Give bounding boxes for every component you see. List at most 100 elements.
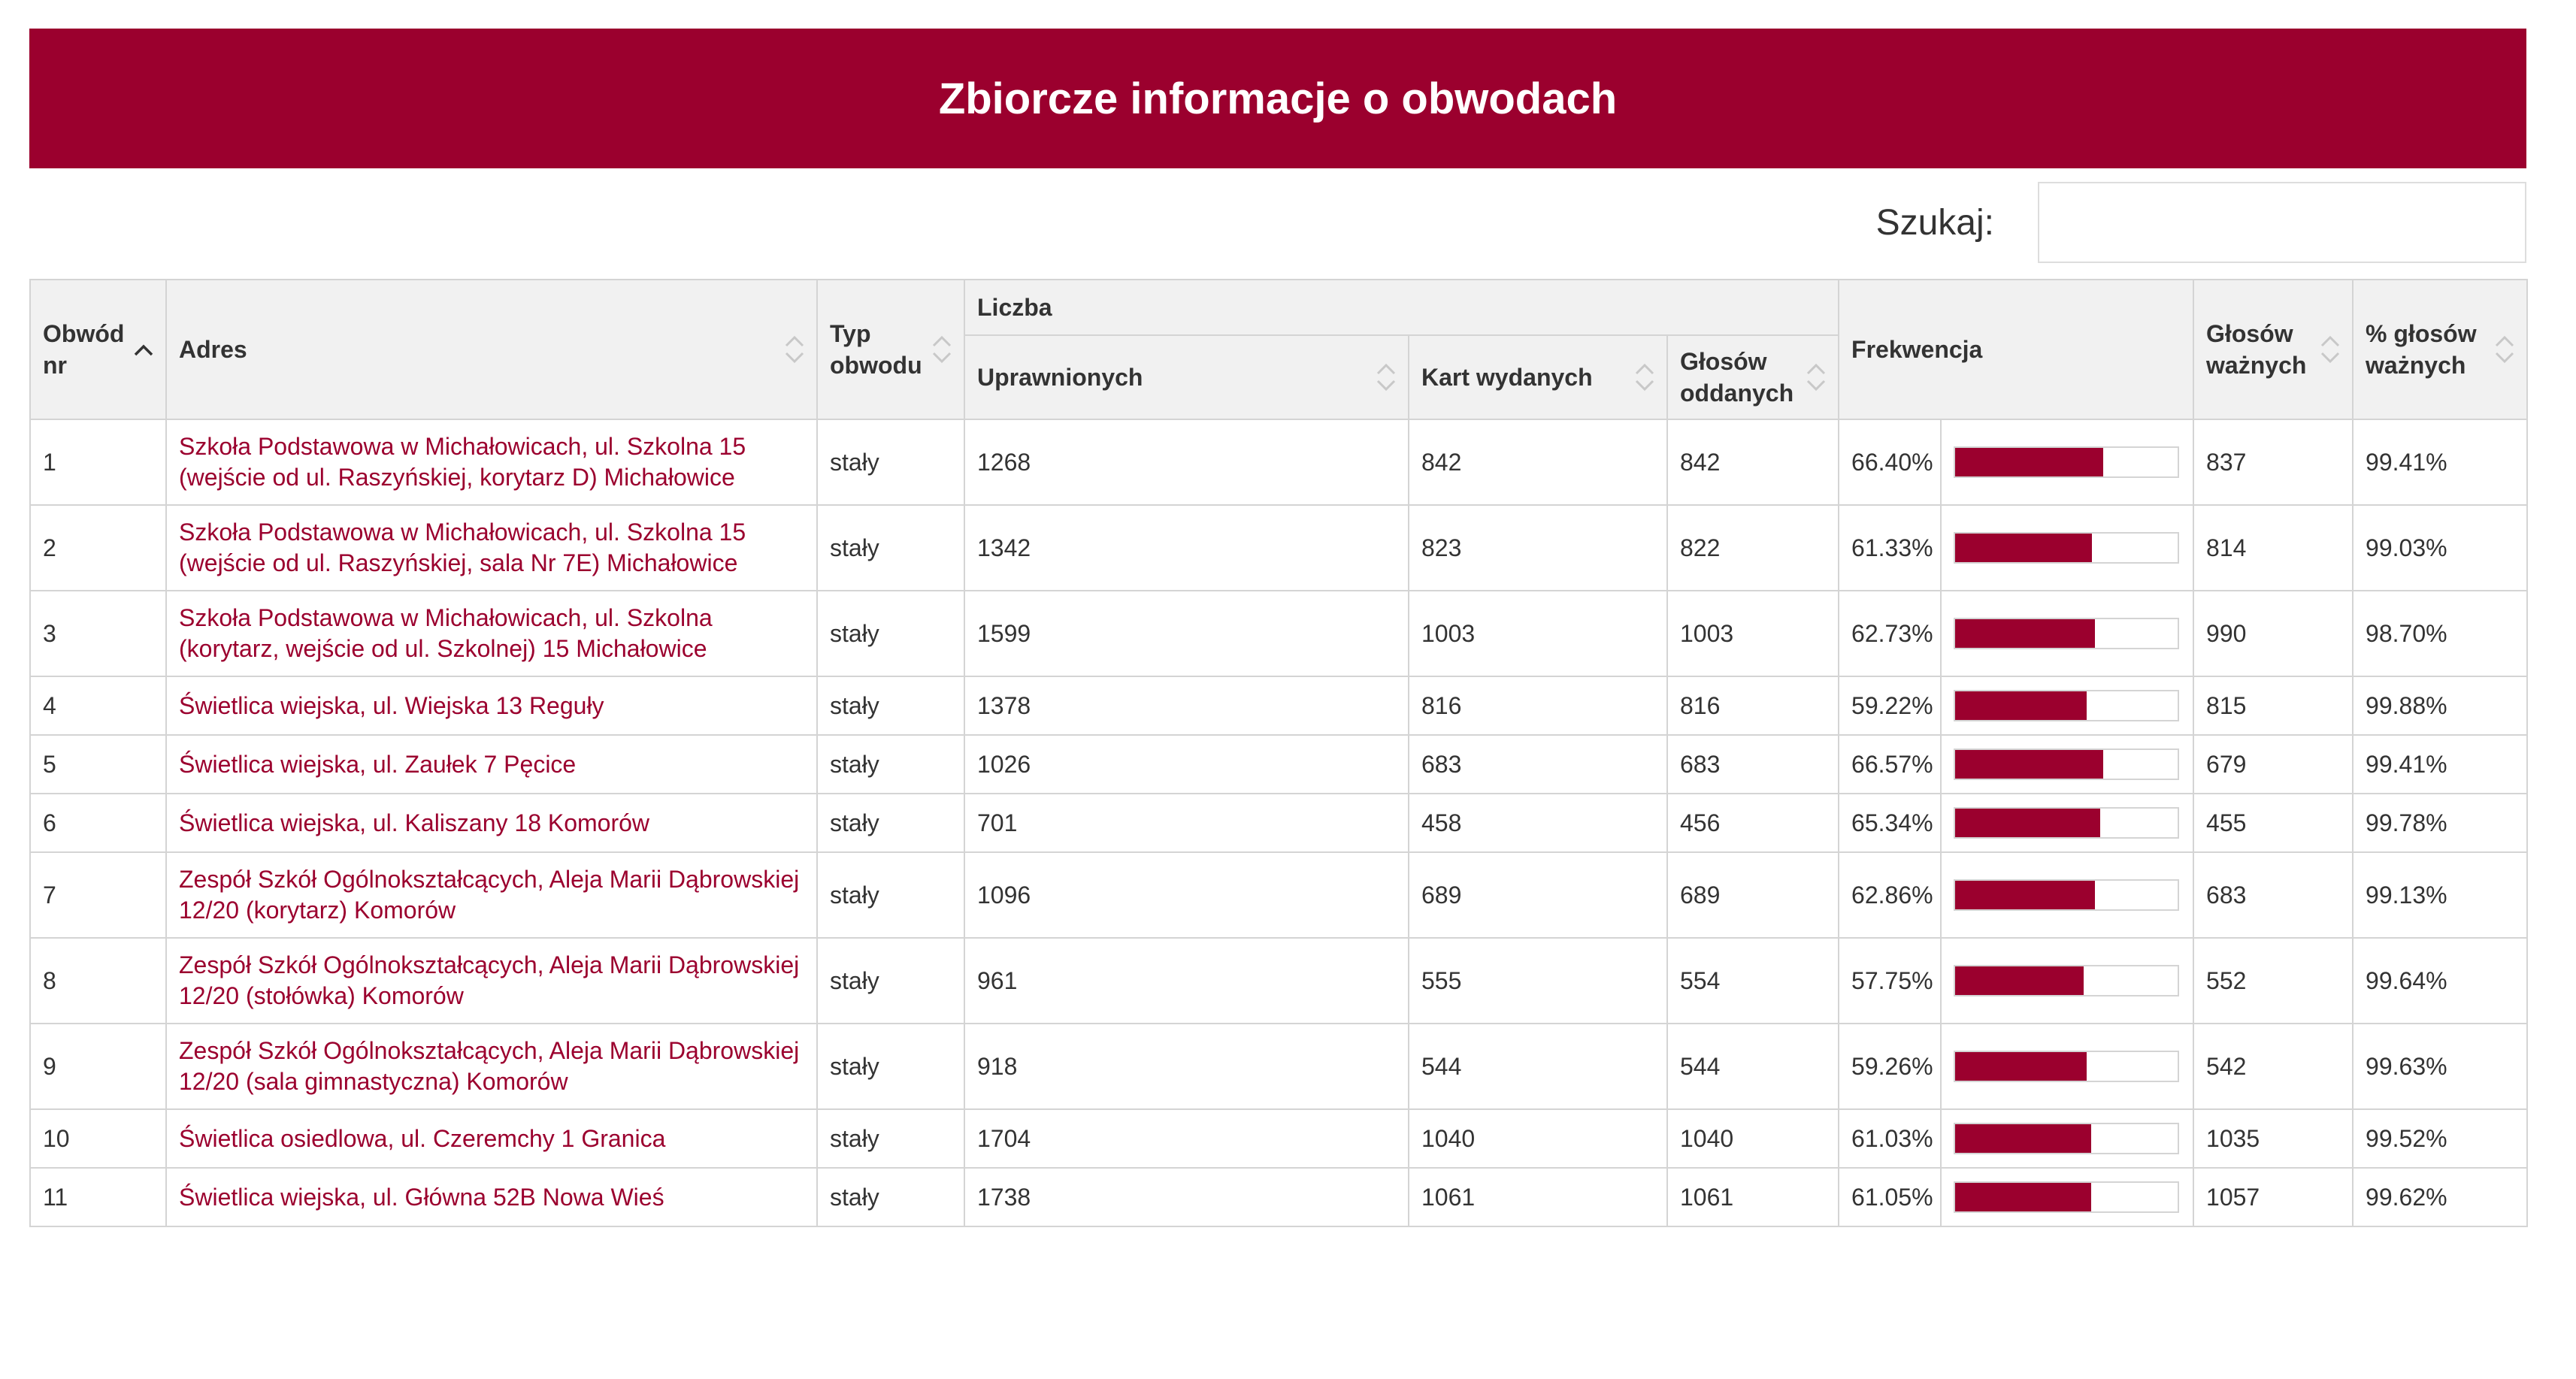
cell-procent-glosow-waznych: 99.63% [2352, 1023, 2529, 1110]
table-row: 6 Świetlica wiejska, ul. Kaliszany 18 Kom… [29, 793, 2529, 853]
table-row: 11 Świetlica wiejska, ul. Główna 52B Nowa… [29, 1167, 2529, 1227]
sort-icon [2319, 328, 2341, 371]
cell-procent-glosow-waznych: 99.52% [2352, 1108, 2529, 1169]
cell-frekwencja: 65.34% [1838, 793, 1942, 853]
cell-adres: Świetlica wiejska, ul. Główna 52B Nowa W… [165, 1167, 818, 1227]
turnout-bar-fill [1955, 448, 2103, 476]
sort-ascending-icon [132, 328, 155, 371]
table-row: 7 Zespół Szkół Ogólnokształcących, Aleja … [29, 851, 2529, 939]
cell-typ-obwodu: stały [816, 937, 965, 1024]
address-link[interactable]: Zespół Szkół Ogólnokształcących, Aleja M… [179, 866, 799, 924]
sort-icon [1805, 355, 1827, 399]
cell-adres: Świetlica osiedlowa, ul. Czeremchy 1 Gra… [165, 1108, 818, 1169]
address-link[interactable]: Szkoła Podstawowa w Michałowicach, ul. S… [179, 519, 746, 576]
cell-frekwencja: 59.22% [1838, 676, 1942, 736]
column-header-typ-obwodu[interactable]: Typ obwodu [816, 279, 965, 420]
cell-frekwencja-bar [1940, 793, 2195, 853]
address-link[interactable]: Świetlica osiedlowa, ul. Czeremchy 1 Gra… [179, 1125, 665, 1152]
cell-typ-obwodu: stały [816, 793, 965, 853]
cell-kart-wydanych: 816 [1408, 676, 1668, 736]
cell-uprawnionych: 1026 [964, 734, 1409, 794]
search-bar: Szukaj: [29, 180, 2526, 265]
sort-icon [783, 328, 806, 371]
cell-uprawnionych: 1096 [964, 851, 1409, 939]
cell-glosow-oddanych: 456 [1666, 793, 1840, 853]
cell-uprawnionych: 1704 [964, 1108, 1409, 1169]
cell-obwod-nr: 11 [29, 1167, 167, 1227]
cell-kart-wydanych: 555 [1408, 937, 1668, 1024]
turnout-bar-fill [1955, 619, 2095, 648]
cell-frekwencja: 61.33% [1838, 504, 1942, 591]
column-header-kart-wydanych[interactable]: Kart wydanych [1408, 334, 1668, 420]
table-row: 9 Zespół Szkół Ogólnokształcących, Aleja … [29, 1023, 2529, 1110]
cell-glosow-waznych: 552 [2193, 937, 2354, 1024]
cell-frekwencja: 57.75% [1838, 937, 1942, 1024]
cell-adres: Szkoła Podstawowa w Michałowicach, ul. S… [165, 419, 818, 506]
cell-glosow-waznych: 837 [2193, 419, 2354, 506]
cell-frekwencja: 66.57% [1838, 734, 1942, 794]
cell-kart-wydanych: 689 [1408, 851, 1668, 939]
turnout-bar [1954, 965, 2180, 996]
sort-icon [1375, 355, 1397, 399]
column-header-adres[interactable]: Adres [165, 279, 818, 420]
cell-obwod-nr: 9 [29, 1023, 167, 1110]
column-header-uprawnionych[interactable]: Uprawnionych [964, 334, 1409, 420]
cell-frekwencja: 62.86% [1838, 851, 1942, 939]
cell-glosow-oddanych: 1003 [1666, 590, 1840, 677]
column-header-obwod-nr[interactable]: Obwód nr [29, 279, 167, 420]
column-group-liczba: Liczba [963, 279, 1840, 336]
cell-kart-wydanych: 458 [1408, 793, 1668, 853]
cell-procent-glosow-waznych: 99.41% [2352, 419, 2529, 506]
cell-typ-obwodu: stały [816, 590, 965, 677]
cell-typ-obwodu: stały [816, 1108, 965, 1169]
cell-glosow-oddanych: 683 [1666, 734, 1840, 794]
cell-adres: Zespół Szkół Ogólnokształcących, Aleja M… [165, 851, 818, 939]
cell-glosow-oddanych: 1040 [1666, 1108, 1840, 1169]
cell-frekwencja-bar [1940, 937, 2195, 1024]
address-link[interactable]: Świetlica wiejska, ul. Główna 52B Nowa W… [179, 1184, 664, 1211]
cell-frekwencja-bar [1940, 734, 2195, 794]
address-link[interactable]: Świetlica wiejska, ul. Zaułek 7 Pęcice [179, 751, 576, 778]
address-link[interactable]: Zespół Szkół Ogólnokształcących, Aleja M… [179, 1037, 799, 1095]
turnout-bar [1954, 532, 2180, 564]
table-row: 4 Świetlica wiejska, ul. Wiejska 13 Reguł… [29, 676, 2529, 736]
cell-adres: Świetlica wiejska, ul. Wiejska 13 Reguły [165, 676, 818, 736]
column-header-procent-glosow-waznych[interactable]: % głosów ważnych [2352, 279, 2529, 420]
column-header-glosow-oddanych[interactable]: Głosów oddanych [1666, 334, 1840, 420]
cell-frekwencja: 62.73% [1838, 590, 1942, 677]
turnout-bar-fill [1955, 1183, 2091, 1211]
cell-glosow-oddanych: 822 [1666, 504, 1840, 591]
cell-obwod-nr: 8 [29, 937, 167, 1024]
address-link[interactable]: Zespół Szkół Ogólnokształcących, Aleja M… [179, 951, 799, 1009]
cell-frekwencja-bar [1940, 851, 2195, 939]
page-title-banner: Zbiorcze informacje o obwodach [29, 29, 2526, 168]
table-row: 10 Świetlica osiedlowa, ul. Czeremchy 1 G… [29, 1108, 2529, 1169]
cell-uprawnionych: 961 [964, 937, 1409, 1024]
column-header-glosow-waznych[interactable]: Głosów ważnych [2193, 279, 2354, 420]
cell-obwod-nr: 4 [29, 676, 167, 736]
address-link[interactable]: Świetlica wiejska, ul. Wiejska 13 Reguły [179, 692, 604, 719]
cell-obwod-nr: 6 [29, 793, 167, 853]
cell-adres: Szkoła Podstawowa w Michałowicach, ul. S… [165, 590, 818, 677]
cell-glosow-oddanych: 689 [1666, 851, 1840, 939]
search-input[interactable] [2038, 182, 2526, 263]
address-link[interactable]: Szkoła Podstawowa w Michałowicach, ul. S… [179, 433, 746, 491]
sort-icon [1633, 355, 1656, 399]
address-link[interactable]: Świetlica wiejska, ul. Kaliszany 18 Komo… [179, 809, 649, 836]
column-header-frekwencja: Frekwencja [1838, 279, 2195, 420]
address-link[interactable]: Szkoła Podstawowa w Michałowicach, ul. S… [179, 604, 713, 662]
cell-kart-wydanych: 544 [1408, 1023, 1668, 1110]
cell-adres: Świetlica wiejska, ul. Kaliszany 18 Komo… [165, 793, 818, 853]
cell-procent-glosow-waznych: 99.64% [2352, 937, 2529, 1024]
turnout-bar-fill [1955, 881, 2096, 909]
cell-adres: Zespół Szkół Ogólnokształcących, Aleja M… [165, 1023, 818, 1110]
turnout-bar-fill [1955, 809, 2101, 837]
table-row: 1 Szkoła Podstawowa w Michałowicach, ul. … [29, 419, 2529, 506]
cell-uprawnionych: 1342 [964, 504, 1409, 591]
cell-typ-obwodu: stały [816, 1023, 965, 1110]
cell-glosow-waznych: 990 [2193, 590, 2354, 677]
turnout-bar-fill [1955, 966, 2084, 995]
cell-kart-wydanych: 842 [1408, 419, 1668, 506]
cell-glosow-waznych: 1057 [2193, 1167, 2354, 1227]
sort-icon [931, 328, 953, 371]
